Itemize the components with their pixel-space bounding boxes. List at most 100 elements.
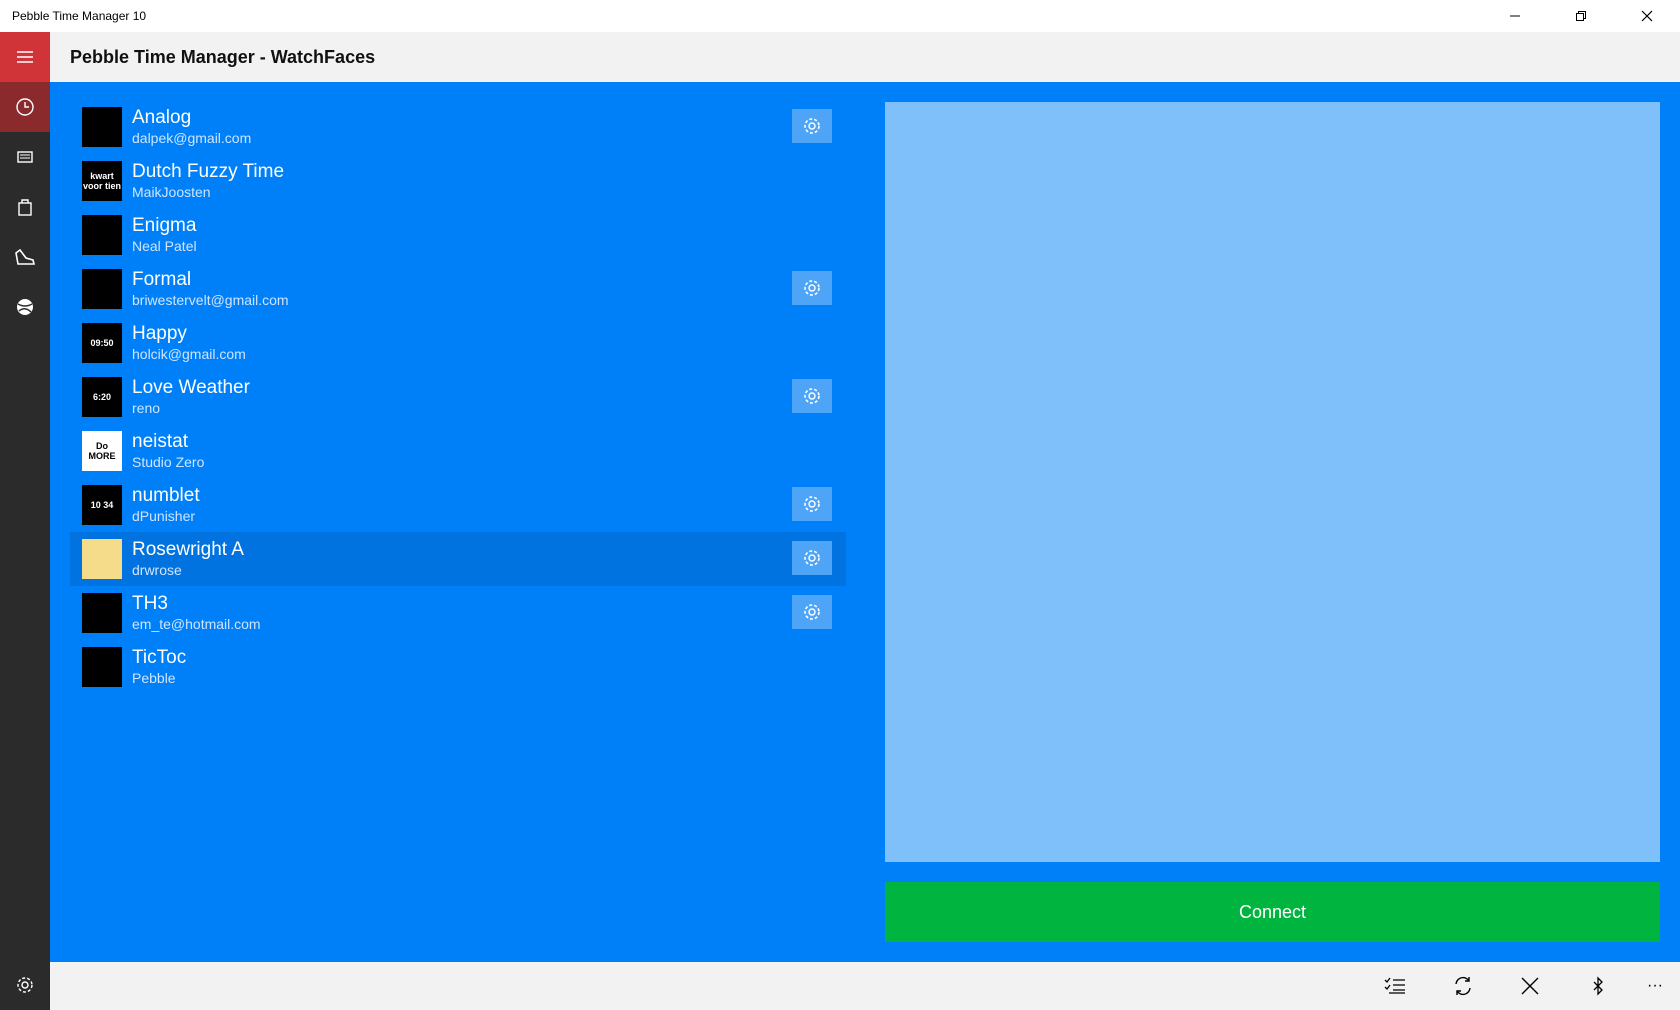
watchface-meta: neistat Studio Zero [132, 431, 204, 471]
watchface-preview [885, 102, 1660, 862]
watchface-name: TicToc [132, 647, 187, 668]
gear-icon [804, 388, 820, 404]
watchface-name: numblet [132, 485, 200, 506]
watchface-meta: TicToc Pebble [132, 647, 186, 687]
configure-button[interactable] [792, 595, 832, 629]
configure-button[interactable] [792, 487, 832, 521]
watchface-row[interactable]: 10 34 numblet dPunisher [70, 478, 846, 532]
watchface-thumbnail: 6:20 [82, 377, 122, 417]
watchface-meta: Enigma Neal Patel [132, 215, 197, 255]
watchface-thumbnail [82, 539, 122, 579]
command-bar: ··· [50, 962, 1680, 1010]
watchface-row[interactable]: kwart voor tien Dutch Fuzzy Time MaikJoost… [70, 154, 846, 208]
close-icon [1641, 10, 1653, 22]
main-content: Analog dalpek@gmail.com kwart voor tien Dut… [50, 82, 1680, 962]
watchface-name: Love Weather [132, 377, 250, 398]
bluetooth-button[interactable] [1580, 970, 1616, 1002]
watchface-thumbnail [82, 647, 122, 687]
configure-button[interactable] [792, 541, 832, 575]
select-list-icon [1384, 977, 1405, 994]
more-icon: ··· [1647, 977, 1663, 994]
thumbnail-text: 09:50 [90, 338, 114, 348]
watchface-row[interactable]: 09:50 Happy holcik@gmail.com [70, 316, 846, 370]
watchface-row[interactable]: TicToc Pebble [70, 640, 846, 694]
configure-button[interactable] [792, 271, 832, 305]
sync-button[interactable] [1445, 970, 1481, 1002]
sneaker-icon [15, 248, 36, 265]
watchface-thumbnail: 09:50 [82, 323, 122, 363]
watchface-author: Studio Zero [132, 454, 205, 470]
watchface-name: TH3 [132, 593, 168, 614]
watchface-name: Formal [132, 269, 192, 290]
nav-pace[interactable] [0, 232, 50, 282]
watchface-author: Neal Patel [132, 238, 197, 254]
watchface-thumbnail: Do MORE [82, 431, 122, 471]
thumbnail-text: 6:20 [92, 392, 111, 402]
watchface-row[interactable]: Analog dalpek@gmail.com [70, 100, 846, 154]
ball-icon [17, 299, 33, 315]
close-window-button[interactable] [1614, 0, 1680, 32]
watchface-row[interactable]: Rosewright A drwrose [70, 532, 846, 586]
watchface-row[interactable]: Enigma Neal Patel [70, 208, 846, 262]
watchface-name: Rosewright A [132, 539, 244, 560]
watchface-meta: Happy holcik@gmail.com [132, 323, 246, 363]
watchface-row[interactable]: TH3 em_te@hotmail.com [70, 586, 846, 640]
watchface-author: briwestervelt@gmail.com [132, 292, 289, 308]
watchface-author: holcik@gmail.com [132, 346, 246, 362]
connect-button[interactable]: Connect [885, 882, 1660, 942]
nav-watchfaces[interactable] [0, 82, 50, 132]
watchface-thumbnail [82, 107, 122, 147]
watchface-thumbnail [82, 593, 122, 633]
nav-sports[interactable] [0, 282, 50, 332]
gear-icon [804, 550, 820, 566]
watchface-author: reno [132, 400, 161, 416]
watchface-name: Happy [132, 323, 187, 344]
settings-button[interactable] [0, 960, 50, 1010]
restore-icon [1576, 11, 1586, 21]
minimize-button[interactable] [1482, 0, 1548, 32]
watchface-meta: Love Weather reno [132, 377, 250, 417]
watchface-meta: numblet dPunisher [132, 485, 200, 525]
nav-store[interactable] [0, 182, 50, 232]
nav-watchapps[interactable] [0, 132, 50, 182]
watchface-author: dPunisher [132, 508, 196, 524]
more-button[interactable]: ··· [1637, 970, 1673, 1002]
watchface-meta: Analog dalpek@gmail.com [132, 107, 251, 147]
watchface-author: Pebble [132, 670, 176, 686]
watchface-author: drwrose [132, 562, 182, 578]
watch-icon [17, 151, 33, 163]
hamburger-icon [17, 51, 33, 63]
title-bar: Pebble Time Manager 10 [0, 0, 1680, 32]
watchface-row[interactable]: 6:20 Love Weather reno [70, 370, 846, 424]
gear-icon [804, 118, 820, 134]
gear-icon [804, 280, 820, 296]
hamburger-button[interactable] [0, 32, 50, 82]
watchface-thumbnail: 10 34 [82, 485, 122, 525]
select-button[interactable] [1377, 970, 1413, 1002]
watchface-meta: Rosewright A drwrose [132, 539, 244, 579]
restore-button[interactable] [1548, 0, 1614, 32]
watchface-author: dalpek@gmail.com [132, 130, 252, 146]
watchface-meta: Dutch Fuzzy Time MaikJoosten [132, 161, 284, 201]
nav-rail [0, 32, 50, 1010]
watchface-name: neistat [132, 431, 188, 452]
watchface-name: Analog [132, 107, 192, 128]
watchface-author: MaikJoosten [132, 184, 211, 200]
watchface-thumbnail [82, 215, 122, 255]
thumbnail-text: Do MORE [88, 441, 116, 461]
configure-button[interactable] [792, 109, 832, 143]
watchface-row[interactable]: Do MORE neistat Studio Zero [70, 424, 846, 478]
page-header: Pebble Time Manager - WatchFaces [50, 32, 1680, 82]
configure-button[interactable] [792, 379, 832, 413]
watchface-thumbnail [82, 269, 122, 309]
watchface-name: Dutch Fuzzy Time [132, 161, 285, 182]
settings-icon [17, 977, 33, 993]
close-icon [1521, 977, 1539, 995]
clock-icon [16, 98, 34, 116]
watchface-author: em_te@hotmail.com [132, 616, 261, 632]
bluetooth-icon [1593, 976, 1603, 996]
disconnect-button[interactable] [1512, 970, 1548, 1002]
window-title: Pebble Time Manager 10 [12, 9, 147, 23]
watchface-row[interactable]: Formal briwestervelt@gmail.com [70, 262, 846, 316]
watchface-meta: TH3 em_te@hotmail.com [132, 593, 261, 633]
